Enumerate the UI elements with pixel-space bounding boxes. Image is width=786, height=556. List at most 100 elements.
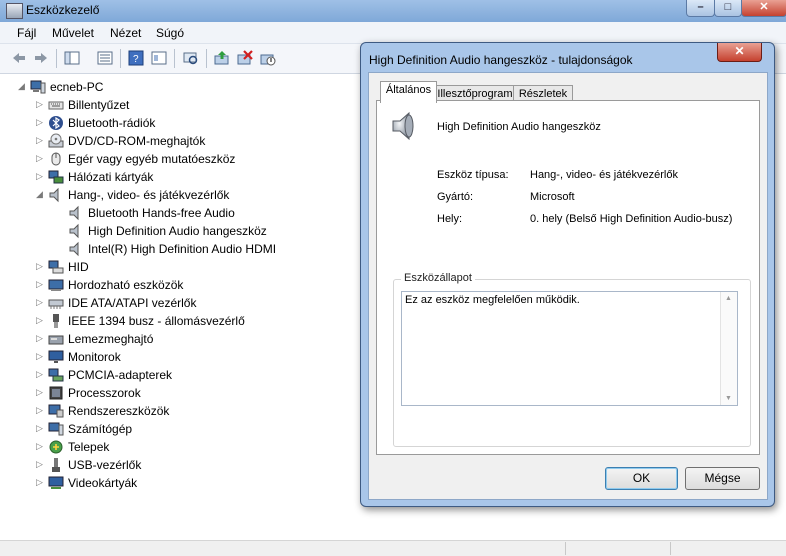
expand-arrow-icon[interactable]: ▷ [36,153,46,164]
tree-item[interactable]: ▷ IDE ATA/ATAPI vezérlők [36,294,346,312]
forward-arrow-icon[interactable] [33,50,49,66]
tree-item-label: Monitorok [68,350,121,364]
expand-arrow-icon[interactable]: ▷ [36,135,46,146]
menu-action[interactable]: Művelet [52,26,94,40]
tree-item[interactable]: ▷ Bluetooth-rádiók [36,114,346,132]
expand-arrow-icon[interactable]: ▷ [36,279,46,290]
tree-item[interactable]: ▷ Számítógép [36,420,346,438]
tree-item-label: HID [68,260,89,274]
minimize-button[interactable]: – [686,0,715,17]
tree-child-label: Bluetooth Hands-free Audio [88,206,235,220]
processor-icon [49,386,63,400]
help-icon[interactable]: ? [128,50,144,66]
close-button[interactable]: ✕ [741,0,786,17]
tree-item[interactable]: ◢ Hang-, video- és játékvezérlők [36,186,346,204]
monitor-icon [48,350,64,363]
scroll-down-icon[interactable]: ▼ [725,395,732,402]
manufacturer-label: Gyártó: [437,191,474,203]
tree-item[interactable]: ▷ Hálózati kártyák [36,168,346,186]
tree-item[interactable]: ▷ Monitorok [36,348,346,366]
battery-icon [49,440,63,454]
dialog-client-area: Általános Illesztőprogram Részletek High… [368,72,768,500]
usb-icon [52,458,60,472]
expand-arrow-icon[interactable]: ▷ [36,297,46,308]
disable-device-icon[interactable] [260,50,276,66]
details-icon[interactable] [97,50,113,66]
tree-item-label: Hang-, video- és játékvezérlők [68,188,230,202]
expand-arrow-icon[interactable]: ▷ [36,405,46,416]
tree-item[interactable]: ▷ Processzorok [36,384,346,402]
tree-item[interactable]: ▷ Egér vagy egyéb mutatóeszköz [36,150,346,168]
expand-arrow-icon[interactable]: ▷ [36,99,46,110]
tree-item-label: Lemezmeghajtó [68,332,154,346]
device-tree[interactable]: ◢ ecneb-PC ▷ Billentyűzet ▷ Bluetooth-rádió… [0,74,362,544]
display-adapter-icon [48,476,64,489]
expand-arrow-icon[interactable]: ▷ [36,351,46,362]
expand-arrow-icon[interactable]: ▷ [36,369,46,380]
tree-item[interactable]: ▷ Videokártyák [36,474,346,492]
collapse-arrow-icon[interactable]: ◢ [18,81,28,92]
console-tree-icon[interactable] [64,50,80,66]
dialog-close-button[interactable]: ✕ [717,43,762,62]
tree-item[interactable]: ▷ IEEE 1394 busz - állomásvezérlő [36,312,346,330]
uninstall-icon[interactable] [237,50,253,66]
ide-controller-icon [48,299,64,309]
keyboard-icon [48,101,64,110]
tree-item-label: Rendszereszközök [68,404,170,418]
tree-item-label: IDE ATA/ATAPI vezérlők [68,296,197,310]
expand-arrow-icon[interactable]: ▷ [36,423,46,434]
collapse-arrow-icon[interactable]: ◢ [36,189,46,200]
tree-item[interactable]: ▷ USB-vezérlők [36,456,346,474]
expand-arrow-icon[interactable]: ▷ [36,171,46,182]
status-scrollbar[interactable]: ▲ ▼ [720,292,737,405]
expand-arrow-icon[interactable]: ▷ [36,315,46,326]
manufacturer-value: Microsoft [530,191,575,203]
maximize-button[interactable]: □ [714,0,742,17]
expand-arrow-icon[interactable]: ▷ [36,261,46,272]
tree-item[interactable]: ▷ Telepek [36,438,346,456]
tree-item-label: Egér vagy egyéb mutatóeszköz [68,152,236,166]
tree-child-item[interactable]: Intel(R) High Definition Audio HDMI [56,240,356,258]
expand-arrow-icon[interactable]: ▷ [36,117,46,128]
expand-arrow-icon[interactable]: ▷ [36,387,46,398]
tree-item[interactable]: ▷ DVD/CD-ROM-meghajtók [36,132,346,150]
portable-device-icon [48,279,64,291]
menu-view[interactable]: Nézet [110,26,141,40]
properties-icon[interactable] [151,50,167,66]
tree-child-item[interactable]: High Definition Audio hangeszköz [56,222,356,240]
tree-item[interactable]: ▷ Billentyűzet [36,96,346,114]
window-title: Eszközkezelő [26,3,100,17]
ok-button[interactable]: OK [605,467,678,490]
cancel-button[interactable]: Mégse [685,467,760,490]
scan-hardware-icon[interactable] [183,50,199,66]
tree-item-label: Hordozható eszközök [68,278,184,292]
status-bar [0,540,786,556]
tree-root[interactable]: ◢ ecneb-PC [18,78,348,96]
device-type-label: Eszköz típusa: [437,169,509,181]
computer-icon [30,80,46,94]
back-arrow-icon[interactable] [11,50,27,66]
main-title-bar: Eszközkezelő – □ ✕ [0,0,786,23]
tree-item[interactable]: ▷ PCMCIA-adapterek [36,366,346,384]
tree-item-label: USB-vezérlők [68,458,142,472]
tree-item-label: IEEE 1394 busz - állomásvezérlő [68,314,245,328]
menu-file[interactable]: Fájl [17,26,36,40]
tree-child-item[interactable]: Bluetooth Hands-free Audio [56,204,356,222]
tree-item[interactable]: ▷ HID [36,258,346,276]
bluetooth-icon [49,116,63,130]
tab-general[interactable]: Általános [380,81,437,103]
tree-item-label: DVD/CD-ROM-meghajtók [68,134,206,148]
update-driver-icon[interactable] [214,50,230,66]
scroll-up-icon[interactable]: ▲ [725,295,732,302]
tree-item[interactable]: ▷ Hordozható eszközök [36,276,346,294]
expand-arrow-icon[interactable]: ▷ [36,477,46,488]
expand-arrow-icon[interactable]: ▷ [36,441,46,452]
tree-item[interactable]: ▷ Rendszereszközök [36,402,346,420]
expand-arrow-icon[interactable]: ▷ [36,459,46,470]
menu-help[interactable]: Súgó [156,26,184,40]
expand-arrow-icon[interactable]: ▷ [36,333,46,344]
tree-item[interactable]: ▷ Lemezmeghajtó [36,330,346,348]
speaker-icon [49,187,59,203]
tree-root-label: ecneb-PC [50,80,104,94]
device-status-textbox[interactable]: Ez az eszköz megfelelően működik. ▲ ▼ [401,291,738,406]
